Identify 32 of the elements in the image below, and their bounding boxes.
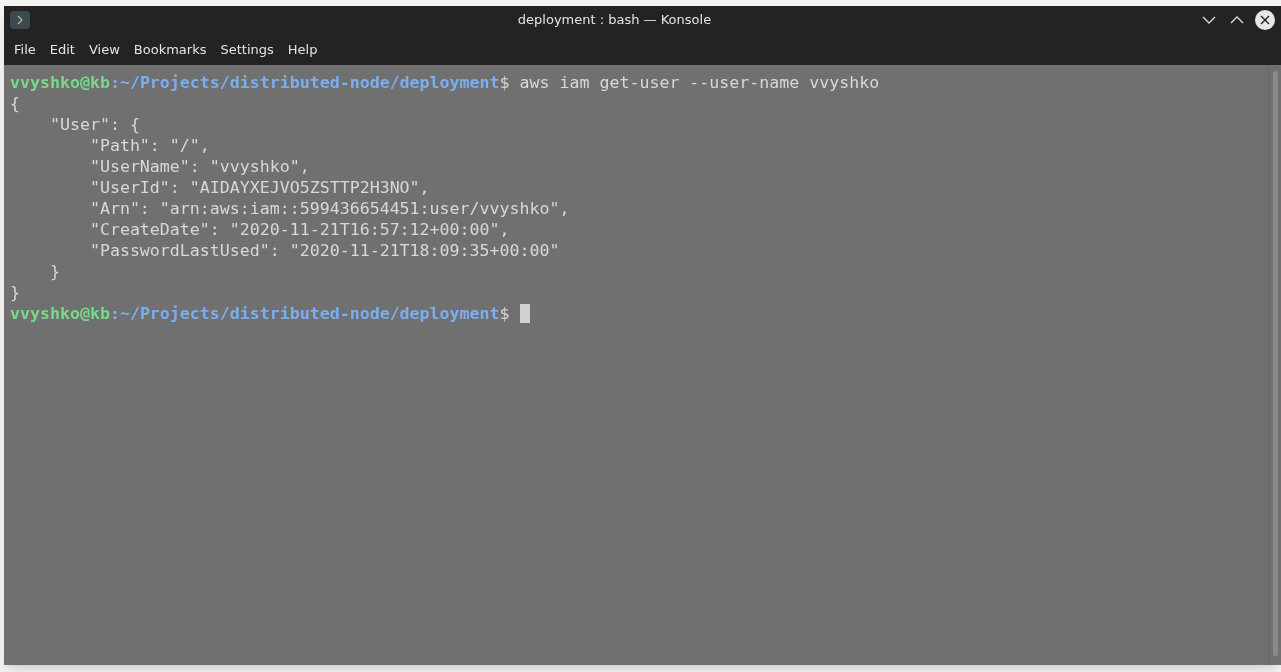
text-cursor xyxy=(519,304,530,323)
output-line: } xyxy=(10,282,20,303)
menu-item[interactable]: Settings xyxy=(214,36,280,63)
chevron-right-icon xyxy=(15,15,25,25)
prompt-symbol: $ xyxy=(499,303,510,324)
output-line: { xyxy=(10,93,20,114)
chevron-down-icon xyxy=(1202,15,1216,25)
output-line: } xyxy=(48,261,60,282)
chevron-up-icon xyxy=(1230,15,1244,25)
output-line: "User": { xyxy=(48,114,140,135)
prompt-path: :~/Projects/distributed-node/deployment xyxy=(109,303,500,324)
menu-item[interactable]: Edit xyxy=(43,36,81,63)
close-icon xyxy=(1260,15,1270,25)
terminal-app-icon[interactable] xyxy=(10,11,30,29)
prompt-path: :~/Projects/distributed-node/deployment xyxy=(109,72,500,93)
prompt-user-host: vvyshko@kb xyxy=(10,303,110,324)
menu-item[interactable]: View xyxy=(82,36,126,63)
window-title: deployment : bash — Konsole xyxy=(517,11,712,30)
close-button[interactable] xyxy=(1255,10,1275,30)
output-line: "PasswordLastUsed": "2020-11-21T18:09:35+00:00" xyxy=(88,240,560,261)
menu-item[interactable]: Help xyxy=(281,36,324,63)
output-line: "CreateDate": "2020-11-21T16:57:12+00:00", xyxy=(88,219,510,240)
prompt-user-host: vvyshko@kb xyxy=(10,72,110,93)
output-line: "UserName": "vvyshko", xyxy=(88,156,310,177)
output-line: "UserId": "AIDAYXEJVO5ZSTTP2H3NO", xyxy=(88,177,430,198)
scrollbar-handle[interactable] xyxy=(1272,71,1278,656)
menu-item[interactable]: Bookmarks xyxy=(127,36,213,63)
prompt-symbol: $ xyxy=(499,72,510,93)
output-line: "Arn": "arn:aws:iam::599436654451:user/vvyshko", xyxy=(88,198,570,219)
menu-item[interactable]: File xyxy=(8,36,42,63)
command-text: aws iam get-user --user-name vvyshko xyxy=(519,72,880,93)
output-line: "Path": "/", xyxy=(88,135,210,156)
